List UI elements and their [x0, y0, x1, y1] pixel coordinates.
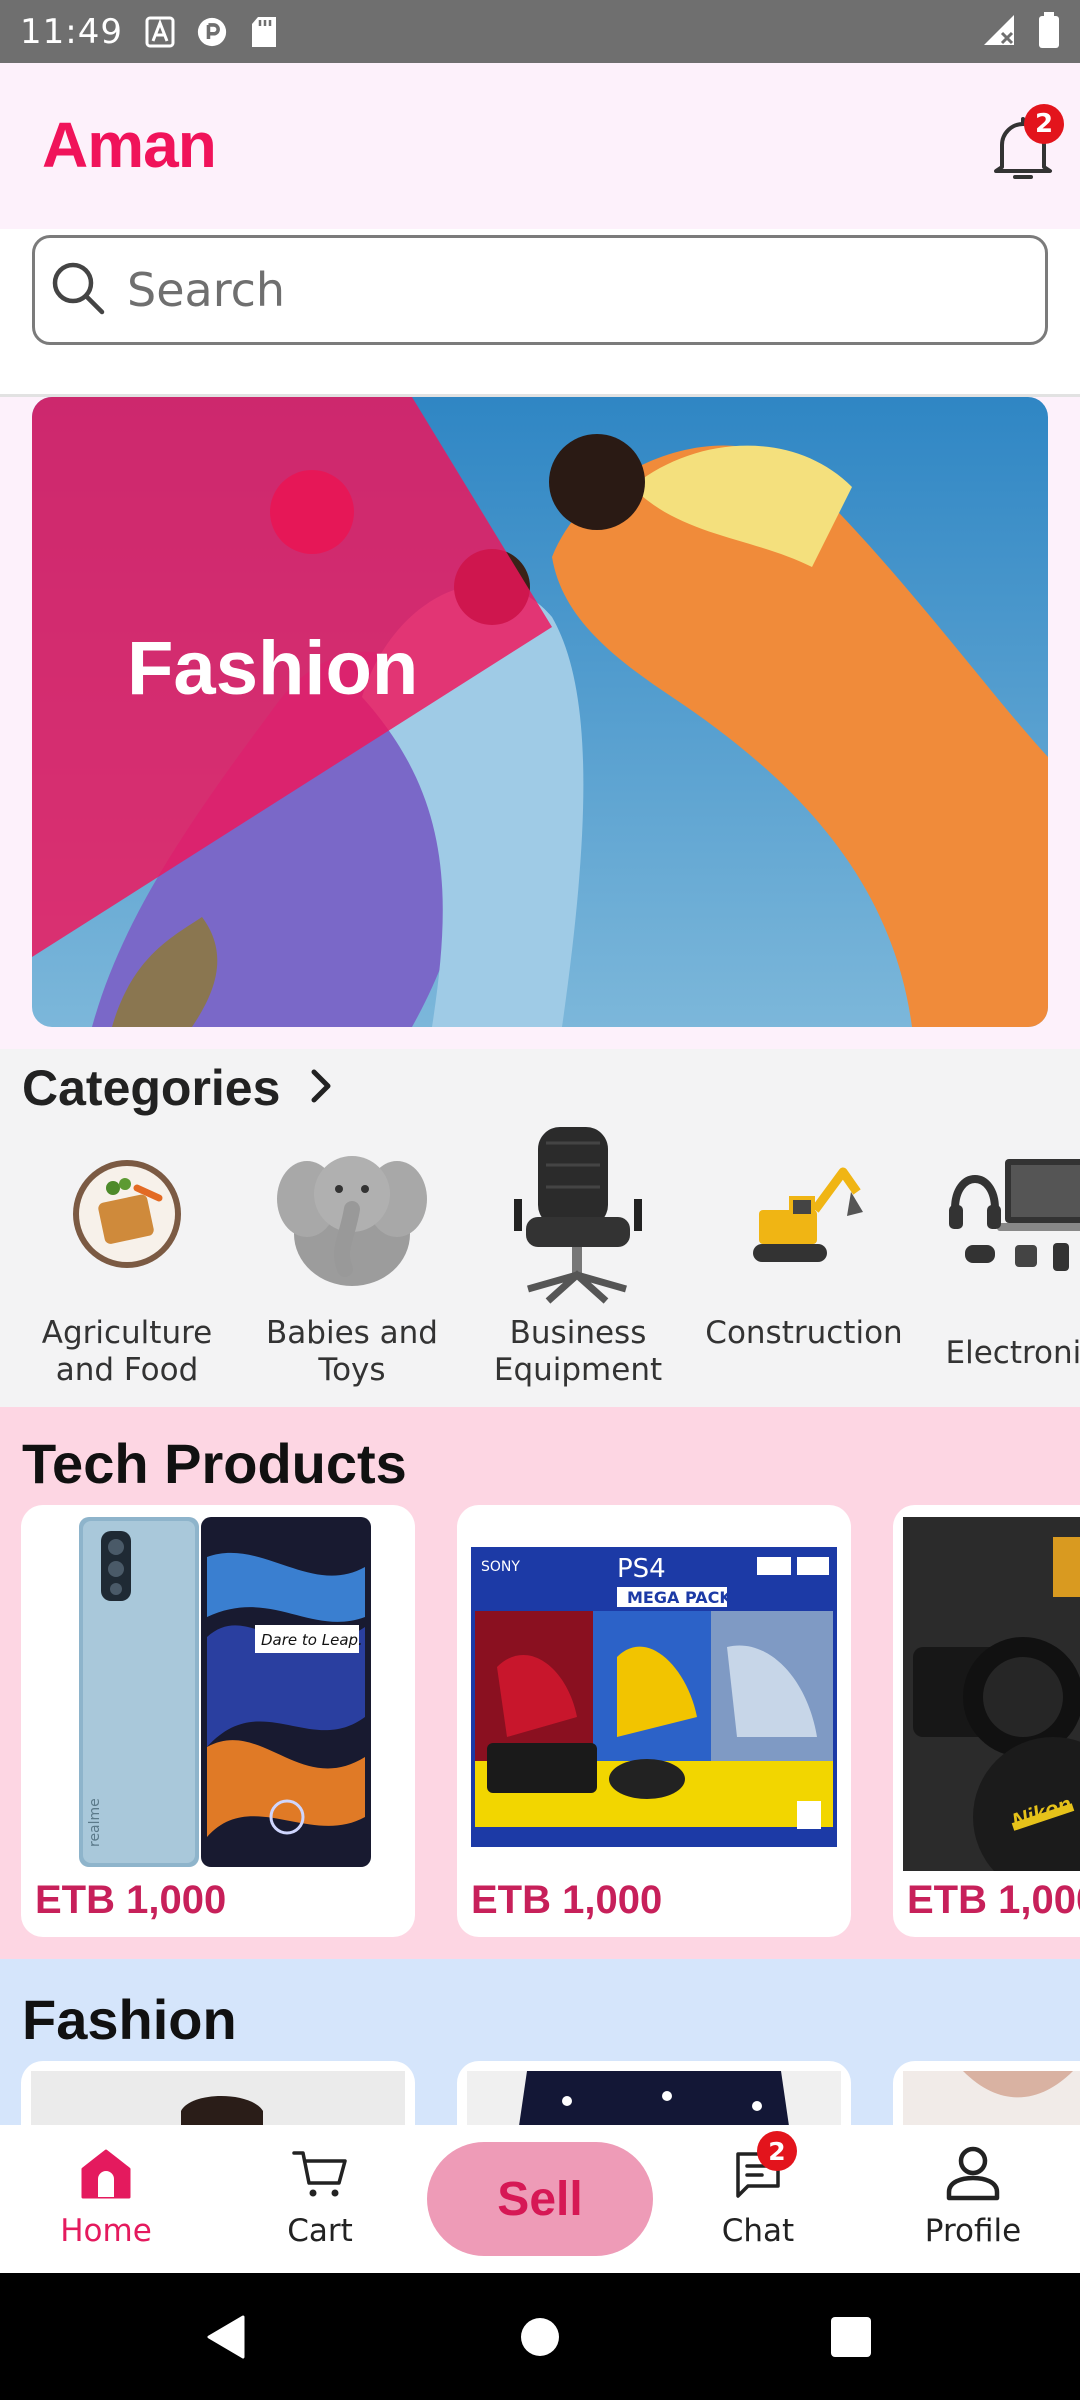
notification-badge: 2: [1024, 104, 1064, 144]
fashion-image-3: [903, 2071, 1080, 2125]
app-header: Aman: [0, 63, 1080, 229]
nav-profile[interactable]: Profile: [883, 2139, 1063, 2249]
product-image-camera: Nikon: [903, 1517, 1080, 1871]
fashion-card-1[interactable]: [21, 2061, 415, 2125]
category-item-babies[interactable]: Babies and Toys: [239, 1119, 465, 1387]
app-logo: Aman: [42, 109, 217, 181]
banner-title: Fashion: [127, 626, 419, 711]
category-label: Electronics: [945, 1335, 1080, 1371]
nav-cart[interactable]: Cart: [230, 2139, 410, 2249]
sell-button[interactable]: Sell: [427, 2142, 653, 2256]
ps4-sony-text: SONY: [481, 1559, 520, 1575]
phone-brand-text: realme: [87, 1798, 103, 1847]
category-label: Agriculture and Food: [41, 1315, 213, 1387]
elephant-toy-icon: [239, 1119, 465, 1309]
categories-title: Categories: [22, 1060, 281, 1116]
nav-chat-label: Chat: [721, 2213, 795, 2249]
phone-slogan-text: Dare to Leap.: [261, 1631, 363, 1649]
search-section: [0, 229, 1080, 397]
categories-header[interactable]: Categories: [22, 1059, 336, 1117]
banner-image: [32, 397, 1048, 1027]
fashion-image-1: [31, 2071, 405, 2125]
product-image-phone: realme Dare to Leap.: [31, 1517, 405, 1871]
category-label: Business Equipment: [493, 1315, 663, 1387]
search-bar[interactable]: [32, 235, 1048, 345]
ps4-model-text: PS4: [617, 1554, 666, 1584]
category-item-agriculture[interactable]: Agriculture and Food: [14, 1119, 240, 1387]
nav-cart-label: Cart: [287, 2213, 353, 2249]
home-circle-icon[interactable]: [512, 2309, 568, 2365]
nav-home-label: Home: [60, 2213, 152, 2249]
tech-products-title: Tech Products: [22, 1432, 407, 1495]
fashion-image-2: [467, 2071, 841, 2125]
excavator-icon: [691, 1119, 917, 1309]
category-item-business[interactable]: Business Equipment: [465, 1119, 691, 1387]
category-label: Babies and Toys: [266, 1315, 438, 1387]
fashion-section: Fashion: [0, 1959, 1080, 2125]
product-card-phone[interactable]: realme Dare to Leap. ETB 1,000: [21, 1505, 415, 1937]
ps4-megapack-text: MEGA PACK: [627, 1588, 732, 1607]
fashion-card-2[interactable]: [457, 2061, 851, 2125]
chat-badge: 2: [757, 2131, 797, 2171]
status-time: 11:49: [20, 11, 123, 52]
food-plate-icon: [14, 1119, 240, 1309]
back-icon[interactable]: [197, 2309, 253, 2365]
app-circle-icon: [197, 16, 227, 48]
category-item-electronics[interactable]: Electronics: [917, 1119, 1080, 1372]
search-icon: [49, 259, 107, 321]
text-a-icon: [145, 16, 175, 48]
search-input[interactable]: [127, 263, 1027, 317]
profile-icon: [883, 2139, 1063, 2209]
product-image-ps4: SONY PS4 MEGA PACK: [467, 1517, 841, 1871]
home-icon: [16, 2139, 196, 2209]
product-card-ps4[interactable]: SONY PS4 MEGA PACK ETB 1,000: [457, 1505, 851, 1937]
category-item-construction[interactable]: Construction: [691, 1119, 917, 1352]
office-chair-icon: [465, 1119, 691, 1309]
signal-off-icon: [982, 13, 1016, 51]
fashion-title: Fashion: [22, 1988, 237, 2051]
category-label: Construction: [705, 1315, 903, 1351]
banner-area: Fashion: [0, 397, 1080, 1049]
categories-section: Categories Agriculture and Food Babies a…: [0, 1049, 1080, 1387]
battery-icon: [1038, 11, 1060, 52]
tech-products-section: Tech Products realme Dare to Leap. ETB 1…: [0, 1407, 1080, 1959]
electronics-icon: [917, 1119, 1080, 1309]
sd-card-icon: [249, 16, 279, 48]
fashion-card-3[interactable]: [893, 2061, 1080, 2125]
product-card-camera[interactable]: Nikon ETB 1,000: [893, 1505, 1080, 1937]
status-bar: 11:49: [0, 0, 1080, 63]
product-price: ETB 1,000: [471, 1878, 663, 1922]
product-price: ETB 1,000: [907, 1878, 1080, 1922]
bottom-navigation: Home Cart Sell Chat Profile: [0, 2125, 1080, 2273]
fashion-banner[interactable]: Fashion: [32, 397, 1048, 1027]
chevron-right-icon[interactable]: [306, 1066, 336, 1110]
cart-icon: [230, 2139, 410, 2209]
nav-profile-label: Profile: [924, 2213, 1022, 2249]
nav-home[interactable]: Home: [16, 2139, 196, 2249]
recents-icon[interactable]: [823, 2309, 879, 2365]
system-navigation-bar: [0, 2273, 1080, 2400]
product-price: ETB 1,000: [35, 1878, 227, 1922]
